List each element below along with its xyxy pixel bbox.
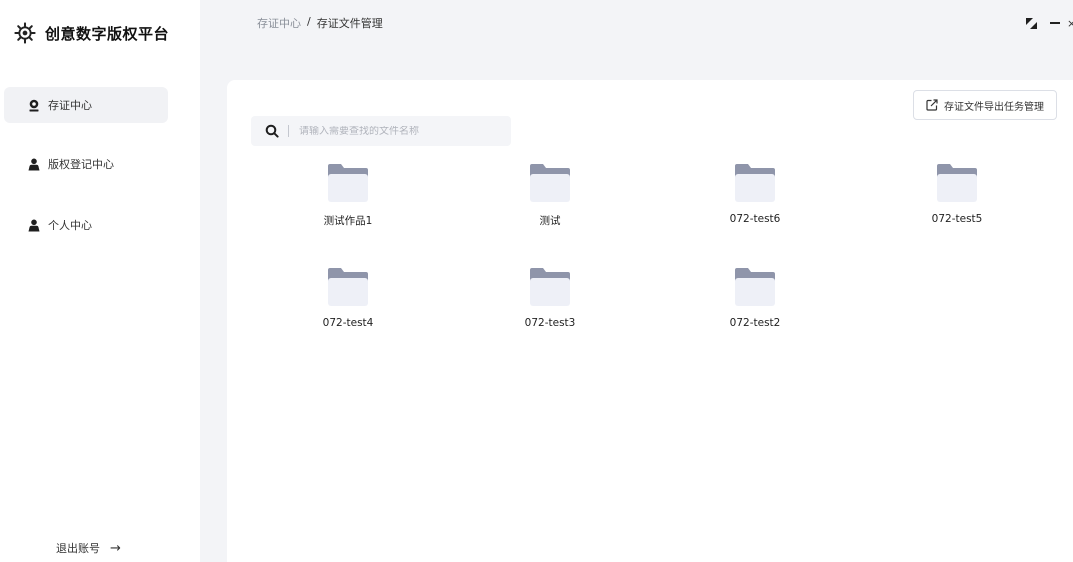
folder-name: 测试作品1 xyxy=(323,215,373,227)
logout-label: 退出账号 xyxy=(56,542,100,555)
search-icon xyxy=(265,124,279,138)
folder-name: 测试 xyxy=(539,215,561,227)
folder-item[interactable]: 072-test2 xyxy=(695,267,815,329)
folder-icon xyxy=(937,164,977,202)
search-divider xyxy=(288,125,289,137)
breadcrumb-separator: / xyxy=(307,15,311,28)
arrow-right-icon: → xyxy=(110,540,121,556)
app-logo: 创意数字版权平台 xyxy=(14,22,169,44)
minimize-icon xyxy=(1050,22,1060,24)
breadcrumb: 存证中心 / 存证文件管理 xyxy=(257,15,383,31)
folder-item[interactable]: 测试 xyxy=(490,163,610,228)
sidebar-item-label: 个人中心 xyxy=(48,219,92,232)
logout-button[interactable]: 退出账号 → xyxy=(56,540,121,556)
breadcrumb-parent-link[interactable]: 存证中心 xyxy=(257,15,301,31)
folder-item[interactable]: 072-test4 xyxy=(288,267,408,329)
close-icon[interactable]: × xyxy=(1067,17,1073,30)
folder-icon xyxy=(530,164,570,202)
sidebar-item-copyright-registration[interactable]: 版权登记中心 xyxy=(4,146,168,182)
folder-icon xyxy=(735,268,775,306)
search-input[interactable] xyxy=(299,125,489,137)
folder-item[interactable]: 072-test5 xyxy=(897,163,1017,225)
external-link-icon xyxy=(926,99,938,111)
export-task-management-button[interactable]: 存证文件导出任务管理 xyxy=(913,90,1057,120)
folder-name: 072-test6 xyxy=(729,213,781,225)
folder-icon xyxy=(530,268,570,306)
minimize-button[interactable] xyxy=(1043,14,1067,32)
folder-item[interactable]: 072-test3 xyxy=(490,267,610,329)
restore-icon xyxy=(1025,17,1037,29)
sidebar-item-evidence-center[interactable]: 存证中心 xyxy=(4,87,168,123)
user-icon xyxy=(28,158,40,170)
search-bar[interactable] xyxy=(251,116,511,146)
folder-icon xyxy=(328,268,368,306)
sidebar-item-label: 存证中心 xyxy=(48,99,92,112)
sidebar: 创意数字版权平台 存证中心 版权登记中心 个人中心 退出账号 → xyxy=(0,0,200,562)
folder-name: 072-test2 xyxy=(729,317,781,329)
breadcrumb-current: 存证文件管理 xyxy=(316,17,383,30)
main-panel: 存证文件导出任务管理 测试作品1 测试 xyxy=(227,80,1073,562)
folder-name: 072-test5 xyxy=(931,213,983,225)
user-icon xyxy=(28,219,40,231)
sun-gear-logo-icon xyxy=(14,22,36,44)
app-title: 创意数字版权平台 xyxy=(45,24,170,43)
folder-item[interactable]: 测试作品1 xyxy=(288,163,408,228)
restore-button[interactable] xyxy=(1019,14,1043,32)
sidebar-item-label: 版权登记中心 xyxy=(48,158,114,171)
badge-icon xyxy=(29,99,39,111)
window-controls: × xyxy=(1019,14,1073,32)
app-root: 创意数字版权平台 存证中心 版权登记中心 个人中心 退出账号 → 存证中心 / … xyxy=(0,0,1073,562)
folder-icon xyxy=(328,164,368,202)
export-button-label: 存证文件导出任务管理 xyxy=(944,101,1044,113)
sidebar-item-personal-center[interactable]: 个人中心 xyxy=(4,207,168,243)
folder-item[interactable]: 072-test6 xyxy=(695,163,815,225)
folder-name: 072-test3 xyxy=(524,317,576,329)
folder-icon xyxy=(735,164,775,202)
folder-name: 072-test4 xyxy=(322,317,374,329)
